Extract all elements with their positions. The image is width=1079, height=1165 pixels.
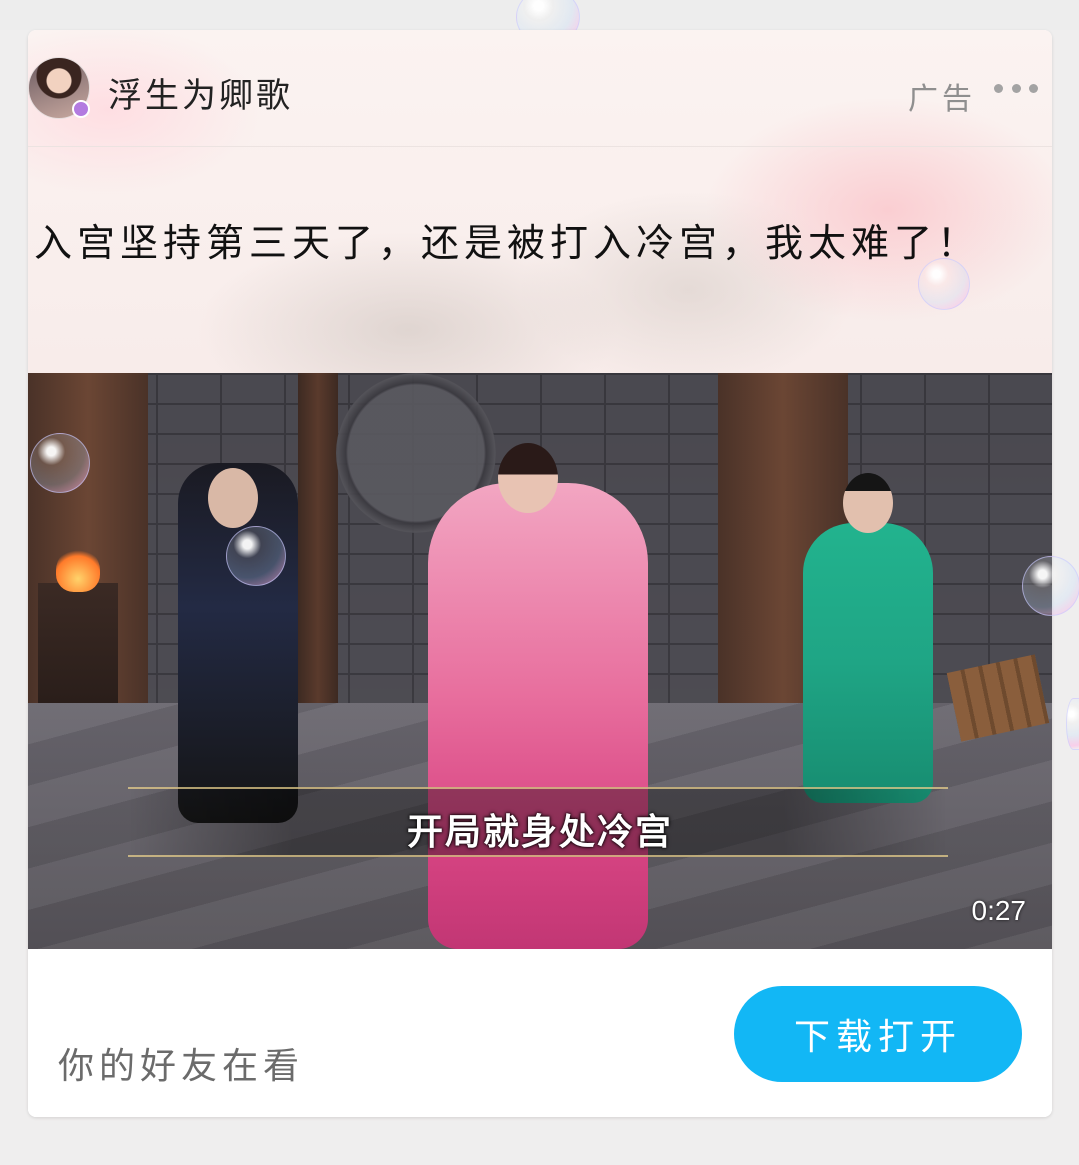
- video-character-right-head: [843, 473, 893, 533]
- video-scene-flame: [56, 548, 100, 592]
- post-text: 入宫坚持第三天了，还是被打入冷宫，我太难了！: [34, 221, 981, 265]
- more-dots-icon[interactable]: [994, 82, 1038, 94]
- ad-label: 广告: [908, 82, 976, 117]
- video-scene-pillar: [298, 373, 338, 703]
- video-character-center-head: [498, 443, 558, 513]
- download-open-button[interactable]: 下载打开: [734, 986, 1022, 1082]
- video-player[interactable]: 开局就身处冷宫 0:27: [28, 373, 1052, 949]
- decorative-bubble: [226, 526, 286, 586]
- ad-footer: 你的好友在看 下载打开: [28, 949, 1052, 1117]
- decorative-bubble: [1066, 698, 1079, 750]
- friends-watching-text: 你的好友在看: [58, 1046, 305, 1087]
- dot: [1029, 83, 1038, 93]
- avatar-badge-icon: [72, 100, 90, 118]
- video-character-left-head: [208, 468, 258, 528]
- dot: [1011, 83, 1021, 93]
- decorative-bubble: [30, 433, 90, 493]
- ad-card[interactable]: 浮生为卿歌 广告 入宫坚持第三天了，还是被打入冷宫，我太难了！ 开局就身处冷宫 …: [28, 30, 1052, 1117]
- decorative-bubble: [1022, 556, 1079, 616]
- video-duration: 0:27: [971, 895, 1027, 926]
- advertiser-name[interactable]: 浮生为卿歌: [108, 68, 293, 117]
- video-character-center: [428, 483, 648, 949]
- dot: [994, 83, 1003, 93]
- video-subtitle: 开局就身处冷宫: [406, 812, 673, 853]
- video-character-right: [803, 523, 933, 803]
- feed-page: 浮生为卿歌 广告 入宫坚持第三天了，还是被打入冷宫，我太难了！ 开局就身处冷宫 …: [0, 0, 1079, 1165]
- video-scene-brazier: [38, 583, 118, 703]
- decorative-bubble: [918, 258, 970, 310]
- ad-header: 浮生为卿歌 广告: [28, 30, 1052, 147]
- header-divider: [28, 146, 1052, 147]
